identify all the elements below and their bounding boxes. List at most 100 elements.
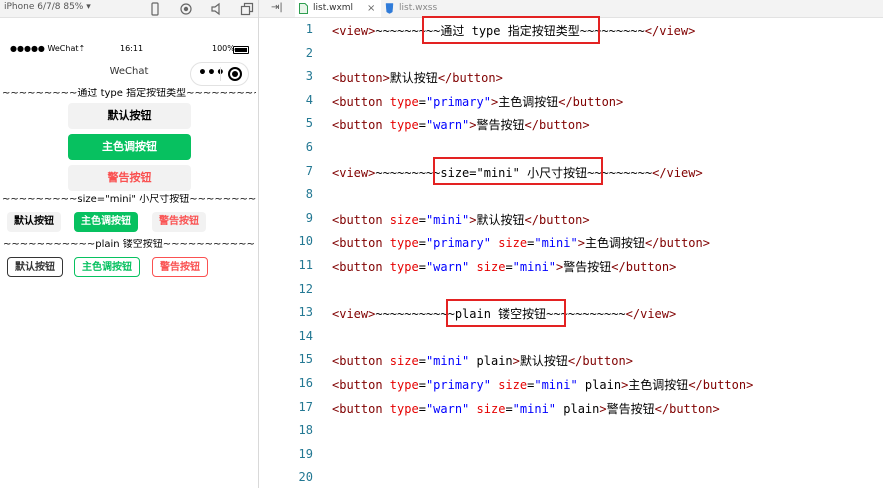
code-line[interactable]: 2 — [259, 42, 883, 66]
code-token: <button — [332, 118, 390, 133]
line-number: 13 — [298, 305, 313, 320]
code-line[interactable]: 19 — [259, 443, 883, 467]
code-token: </view> — [644, 24, 696, 38]
menu-capsule[interactable]: ••• — [190, 62, 249, 86]
code-line[interactable]: 3 <button>默认按钮</button> — [259, 65, 883, 89]
plain-default-button[interactable]: 默认按钮 — [7, 257, 63, 277]
code-token: size — [498, 236, 528, 251]
collapse-sidebar-icon[interactable]: ⇥| — [271, 2, 283, 13]
code-token: </button> — [654, 401, 720, 416]
volume-icon[interactable] — [210, 1, 224, 16]
code-token: 主色调按钮 — [628, 378, 689, 392]
mini-primary-button[interactable]: 主色调按钮 — [74, 212, 138, 232]
code-token: type — [389, 236, 419, 251]
code-token: = — [418, 236, 426, 251]
device-selector[interactable]: iPhone 6/7/8 85% ▾ — [4, 2, 91, 12]
line-number: 16 — [298, 376, 313, 390]
tab-label: list.wxss — [399, 3, 438, 13]
code-line[interactable]: 14 — [259, 325, 883, 349]
code-token: 默认按钮 — [519, 354, 568, 369]
code-line[interactable]: 7 <view>~~~~~~~~~size="mini" 小尺寸按钮~~~~~~~… — [259, 160, 883, 184]
code-text: <button type="primary" size="mini" plain… — [332, 376, 753, 393]
code-line[interactable]: 1 <view>~~~~~~~~~通过 type 指定按钮类型~~~~~~~~~<… — [259, 18, 883, 42]
code-token: <button — [332, 260, 390, 274]
code-line[interactable]: 11 <button type="warn" size="mini">警告按钮</… — [259, 254, 883, 278]
plain-warn-button[interactable]: 警告按钮 — [152, 257, 208, 277]
view-text-size: ~~~~~~~~~size="mini" 小尺寸按钮~~~~~~~~~ — [2, 194, 256, 205]
code-line[interactable]: 6 — [259, 136, 883, 160]
code-text: <view>~~~~~~~~~通过 type 指定按钮类型~~~~~~~~~</… — [332, 22, 695, 39]
code-token: > — [469, 118, 477, 133]
code-token: size — [476, 401, 506, 416]
tab-label: list.wxml — [313, 3, 354, 13]
code-token: = — [418, 118, 426, 133]
mini-warn-button[interactable]: 警告按钮 — [152, 212, 206, 232]
record-icon[interactable] — [179, 1, 193, 15]
code-token: 警告按钮 — [563, 260, 612, 274]
code-area[interactable]: 1 <view>~~~~~~~~~通过 type 指定按钮类型~~~~~~~~~<… — [259, 18, 883, 488]
mini-default-button[interactable]: 默认按钮 — [7, 212, 61, 232]
code-line[interactable]: 9 <button size="mini">默认按钮</button> — [259, 207, 883, 231]
code-line[interactable]: 12 — [259, 278, 883, 302]
code-token: ~~~~~~~~~~~plain 镂空按钮~~~~~~~~~~~ — [375, 307, 626, 322]
line-number: 7 — [305, 163, 313, 178]
plain-primary-button[interactable]: 主色调按钮 — [74, 257, 140, 277]
code-token: "primary" — [425, 378, 491, 392]
code-token: <view> — [332, 24, 376, 38]
code-token: 主色调按钮 — [498, 94, 559, 109]
code-token: = — [418, 260, 426, 274]
detach-window-icon[interactable] — [240, 1, 254, 16]
line-number: 10 — [298, 234, 313, 249]
phone-screen: ●●●●● WeChat⇡ 16:11 100% WeChat ••• ~~~~… — [2, 38, 256, 488]
line-number: 11 — [298, 258, 313, 272]
code-line[interactable]: 8 — [259, 183, 883, 207]
tab-list-wxml[interactable]: list.wxml × — [295, 0, 381, 17]
code-token: 警告按钮 — [476, 118, 525, 133]
file-icon — [299, 3, 308, 14]
code-text: <view>~~~~~~~~~size="mini" 小尺寸按钮~~~~~~~~… — [332, 164, 703, 181]
warn-button[interactable]: 警告按钮 — [68, 165, 191, 191]
code-token: <button — [332, 236, 390, 251]
code-text: <button type="warn" size="mini">警告按钮</bu… — [332, 258, 676, 275]
code-token: type — [389, 94, 419, 109]
code-token: size — [476, 260, 506, 274]
close-tab-icon[interactable]: × — [367, 0, 375, 17]
code-token: <button — [332, 401, 390, 416]
line-number: 3 — [305, 69, 313, 84]
code-token: size — [389, 212, 419, 227]
code-line[interactable]: 10 <button type="primary" size="mini">主色调… — [259, 230, 883, 254]
code-text: <button type="warn" size="mini" plain>警告… — [332, 400, 720, 417]
close-miniprogram-icon[interactable] — [228, 67, 242, 81]
line-number: 20 — [298, 470, 313, 485]
navigation-bar: WeChat ••• — [2, 60, 256, 86]
code-token: > — [469, 212, 477, 227]
code-token: <button — [332, 378, 390, 392]
line-number: 14 — [298, 328, 313, 343]
code-text: <button size="mini">默认按钮</button> — [332, 211, 590, 228]
line-number: 1 — [305, 22, 313, 36]
code-line[interactable]: 5 <button type="warn">警告按钮</button> — [259, 112, 883, 136]
code-text: <view>~~~~~~~~~~~plain 镂空按钮~~~~~~~~~~~</… — [332, 305, 676, 322]
code-line[interactable]: 17 <button type="warn" size="mini" plain>… — [259, 396, 883, 420]
code-line[interactable]: 15 <button size="mini" plain>默认按钮</button… — [259, 348, 883, 372]
code-token: = — [418, 212, 426, 227]
status-time: 16:11 — [120, 44, 144, 53]
code-token: <view> — [332, 307, 376, 322]
code-token: = — [418, 94, 426, 109]
tab-list-wxss[interactable]: list.wxss — [381, 0, 471, 17]
code-line[interactable]: 18 — [259, 419, 883, 443]
code-line[interactable]: 16 <button type="primary" size="mini" pla… — [259, 372, 883, 396]
line-number: 2 — [305, 45, 313, 60]
primary-button[interactable]: 主色调按钮 — [68, 134, 191, 160]
code-line[interactable]: 4 <button type="primary">主色调按钮</button> — [259, 89, 883, 113]
code-line[interactable]: 20 — [259, 466, 883, 490]
default-button[interactable]: 默认按钮 — [68, 103, 191, 129]
phone-icon[interactable] — [148, 1, 162, 16]
code-token: <button — [332, 212, 390, 227]
code-token: > — [599, 401, 607, 416]
code-token: "primary" — [425, 236, 491, 251]
code-token: plain — [556, 401, 600, 416]
code-token: "mini" — [534, 378, 578, 392]
code-token: = — [418, 354, 426, 369]
code-line[interactable]: 13 <view>~~~~~~~~~~~plain 镂空按钮~~~~~~~~~~~… — [259, 301, 883, 325]
